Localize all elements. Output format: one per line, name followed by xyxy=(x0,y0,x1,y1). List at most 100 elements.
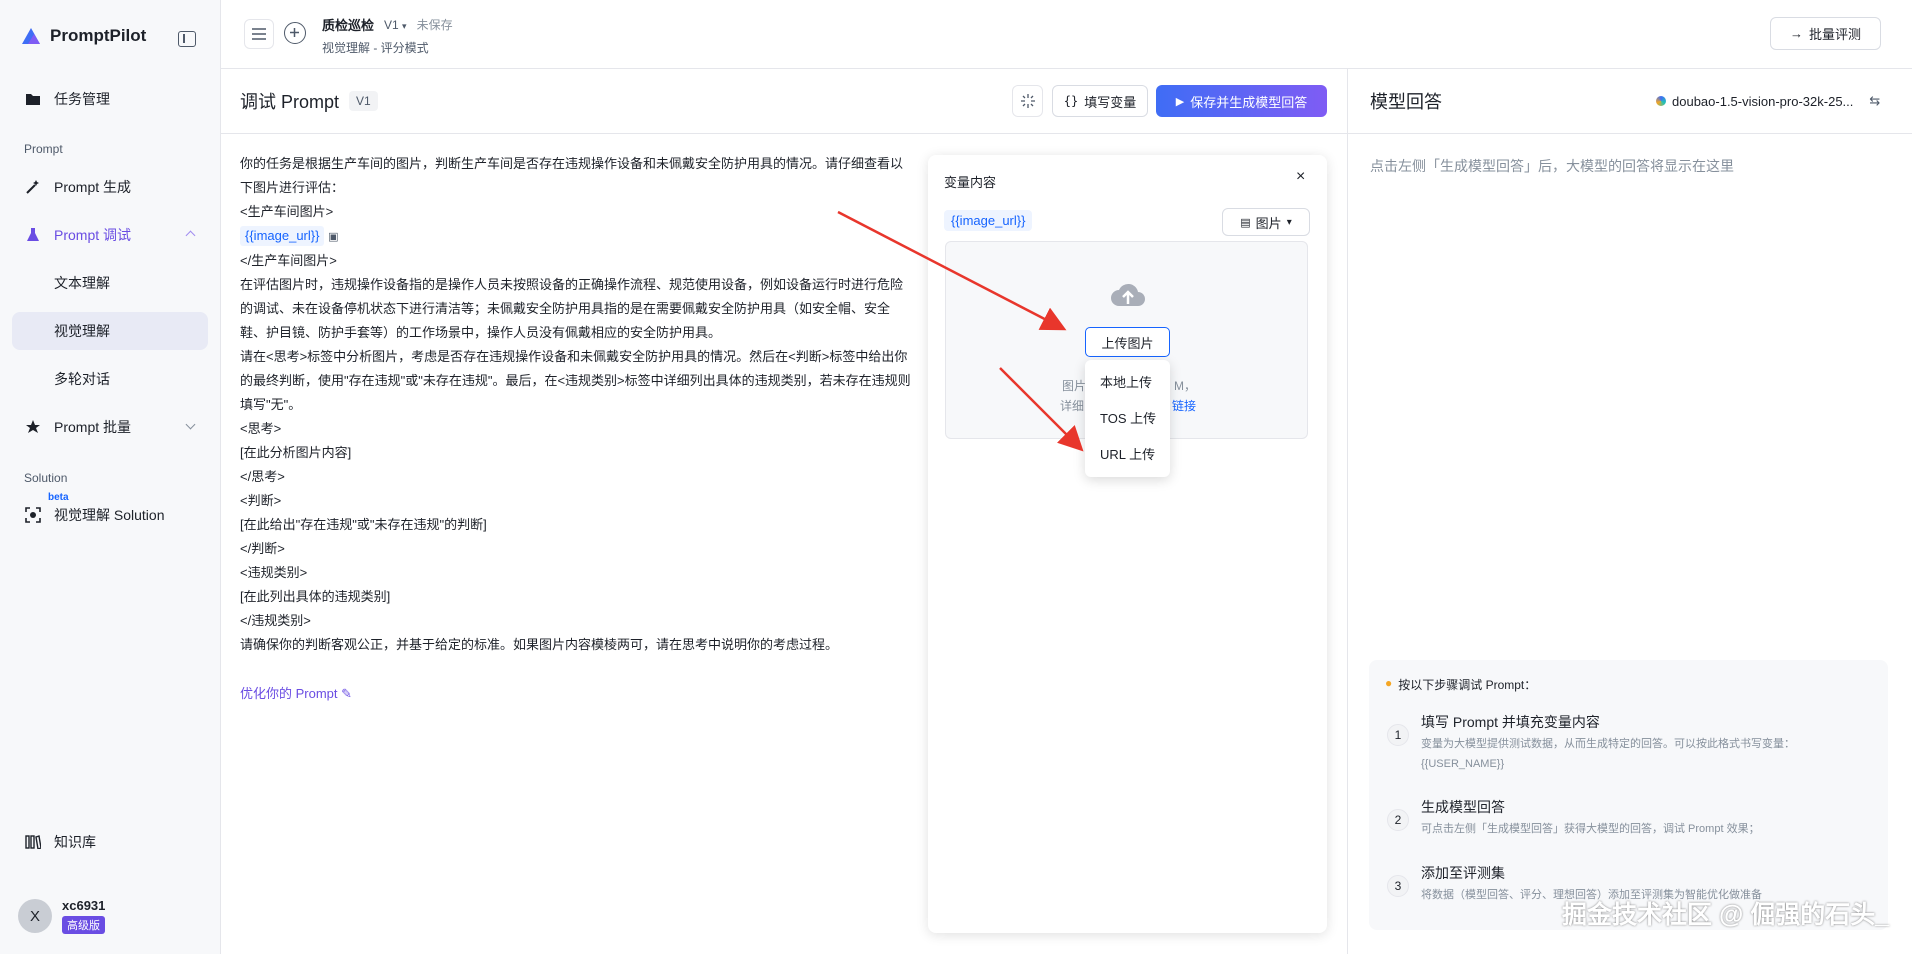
mode-subtitle: 视觉理解 - 评分模式 xyxy=(322,41,429,55)
cloud-upload-icon xyxy=(1111,283,1145,306)
variable-type-select[interactable]: ▤ 图片 ▾ xyxy=(1222,208,1310,236)
fill-variables-button[interactable]: {} 填写变量 xyxy=(1052,85,1148,117)
top-header: 质检巡检 V1 ▾ 未保存 视觉理解 - 评分模式 → 批量评测 xyxy=(221,0,1912,69)
close-icon[interactable]: × xyxy=(1296,168,1305,186)
step-title: 生成模型回答 xyxy=(1421,799,1505,815)
prompt-pane-title: 调试 Prompt xyxy=(240,92,340,112)
scan-icon xyxy=(24,506,42,524)
section-label-prompt: Prompt xyxy=(24,142,63,156)
prompt-line: </思考> xyxy=(240,469,285,484)
add-icon[interactable] xyxy=(284,22,306,44)
sidebar-item-label: Prompt 批量 xyxy=(54,419,132,435)
sidebar-item-vision-understanding[interactable]: 视觉理解 xyxy=(12,312,208,350)
prompt-version-tag: V1 xyxy=(349,91,378,111)
sidebar-item-label: 知识库 xyxy=(54,834,96,850)
sidebar-item-prompt-generate[interactable]: Prompt 生成 xyxy=(12,168,208,206)
chevron-down-icon: ▾ xyxy=(1286,216,1292,228)
chevron-down-icon xyxy=(185,419,196,430)
sidebar-item-label: Prompt 调试 xyxy=(54,227,132,243)
version-label: V1 xyxy=(384,17,399,32)
doubao-model-icon xyxy=(1656,96,1666,106)
prompt-line: 请在<思考>标签中分析图片，考虑是否存在违规操作设备和未佩戴安全防护用具的情况。… xyxy=(240,349,911,412)
magic-wand-icon xyxy=(24,178,42,196)
chevron-up-icon xyxy=(185,230,196,241)
user-profile[interactable]: X xc6931 高级版 xyxy=(18,898,105,934)
prompt-line: </判断> xyxy=(240,541,285,556)
upload-menu: 本地上传 TOS 上传 URL 上传 xyxy=(1085,360,1170,477)
step-title: 填写 Prompt 并填充变量内容 xyxy=(1421,714,1600,730)
prompt-line: [在此列出具体的违规类别] xyxy=(240,589,391,604)
image-icon[interactable]: ▣ xyxy=(328,231,338,243)
play-icon: ▶ xyxy=(1175,95,1185,108)
magic-pen-icon: ✎ xyxy=(341,686,353,701)
step-number: 2 xyxy=(1387,809,1409,831)
variable-name-tag: {{image_url}} xyxy=(944,210,1033,231)
image-file-icon: ▤ xyxy=(1240,216,1251,229)
answer-panel-title: 模型回答 xyxy=(1370,92,1442,112)
menu-item-tos-upload[interactable]: TOS 上传 xyxy=(1085,401,1170,437)
sidebar-item-prompt-batch[interactable]: Prompt 批量 xyxy=(12,408,208,446)
sparkle-icon[interactable] xyxy=(1012,85,1043,117)
upload-hint2-left: 详细 xyxy=(1060,399,1085,413)
variable-type-label: 图片 xyxy=(1255,215,1282,231)
fill-variables-label: 填写变量 xyxy=(1084,94,1137,110)
sidebar: PromptPilot 任务管理 Prompt Prompt 生成 Prompt… xyxy=(0,0,221,954)
sidebar-item-knowledge-base[interactable]: 知识库 xyxy=(12,823,208,861)
details-link[interactable]: 链接 xyxy=(1172,397,1196,414)
prompt-line: <违规类别> xyxy=(240,565,308,580)
prompt-line: 你的任务是根据生产车间的图片，判断生产车间是否存在违规操作设备和未佩戴安全防护用… xyxy=(240,156,904,195)
batch-eval-button[interactable]: → 批量评测 xyxy=(1770,17,1881,50)
sidebar-item-text-understanding[interactable]: 文本理解 xyxy=(12,264,208,302)
sidebar-item-tasks[interactable]: 任务管理 xyxy=(12,80,208,118)
brand-name: PromptPilot xyxy=(50,26,147,45)
optimize-prompt-link[interactable]: 优化你的 Prompt ✎ xyxy=(240,683,352,702)
section-label-solution: Solution xyxy=(24,471,68,485)
step-desc: {{USER_NAME}} xyxy=(1421,758,1505,770)
watermark: 掘金技术社区 @ 倔强的石头_ xyxy=(1562,901,1890,929)
sidebar-item-prompt-debug[interactable]: Prompt 调试 xyxy=(12,216,208,254)
folder-icon xyxy=(24,90,42,108)
prompt-line: </生产车间图片> xyxy=(240,253,337,268)
promptpilot-logo-icon xyxy=(22,28,40,44)
model-name: doubao-1.5-vision-pro-32k-25... xyxy=(1672,93,1854,109)
menu-item-local-upload[interactable]: 本地上传 xyxy=(1085,365,1170,401)
optimize-prompt-label: 优化你的 Prompt xyxy=(240,686,338,701)
sidebar-item-label: 多轮对话 xyxy=(54,371,110,387)
flask-icon xyxy=(24,226,42,244)
prompt-line: <判断> xyxy=(240,493,282,508)
sidebar-collapse-icon[interactable] xyxy=(178,31,196,47)
brand-logo[interactable]: PromptPilot xyxy=(20,26,146,46)
save-and-generate-button[interactable]: ▶ 保存并生成模型回答 xyxy=(1156,85,1327,117)
prompt-variable-line: {{image_url}} ▣ xyxy=(240,224,912,249)
variable-panel-title: 变量内容 xyxy=(944,175,997,190)
prompt-line: </违规类别> xyxy=(240,613,311,628)
beta-badge: beta xyxy=(48,492,69,503)
sidebar-item-label: Prompt 生成 xyxy=(54,179,132,195)
sidebar-item-label: 任务管理 xyxy=(54,91,110,107)
arrow-right-icon: → xyxy=(1789,26,1803,41)
prompt-variable-chip[interactable]: {{image_url}} xyxy=(240,226,325,246)
books-icon xyxy=(24,833,42,851)
version-select[interactable]: V1 ▾ xyxy=(384,18,407,32)
step-number: 1 xyxy=(1387,724,1409,746)
sidebar-item-vision-solution[interactable]: beta 视觉理解 Solution xyxy=(12,492,208,534)
project-title-row: 质检巡检 V1 ▾ 未保存 xyxy=(322,15,453,34)
step-desc: 可点击左侧「生成模型回答」获得大模型的回答，调试 Prompt 效果； xyxy=(1421,823,1760,835)
menu-icon[interactable] xyxy=(244,19,274,49)
upload-hint-right: M， xyxy=(1174,379,1196,393)
upload-hint-left: 图片 xyxy=(1062,379,1087,393)
project-title[interactable]: 质检巡检 xyxy=(322,15,374,34)
user-name: xc6931 xyxy=(62,898,106,913)
model-select[interactable]: doubao-1.5-vision-pro-32k-25... ⇆ xyxy=(1656,93,1880,109)
braces-icon: {} xyxy=(1063,94,1079,108)
settings-sliders-icon[interactable]: ⇆ xyxy=(1869,93,1880,109)
prompt-line: <生产车间图片> xyxy=(240,204,334,219)
prompt-line: 在评估图片时，违规操作设备指的是操作人员未按照设备的正确操作流程、规范使用设备，… xyxy=(240,277,904,340)
menu-item-url-upload[interactable]: URL 上传 xyxy=(1085,437,1170,473)
answer-placeholder: 点击左侧「生成模型回答」后，大模型的回答将显示在这里 xyxy=(1370,158,1734,174)
upload-image-button[interactable]: 上传图片 xyxy=(1085,327,1170,357)
sidebar-item-multi-turn[interactable]: 多轮对话 xyxy=(12,360,208,398)
prompt-line: [在此给出"存在违规"或"未存在违规"的判断] xyxy=(240,517,487,532)
prompt-editor[interactable]: 你的任务是根据生产车间的图片，判断生产车间是否存在违规操作设备和未佩戴安全防护用… xyxy=(240,152,912,657)
save-status: 未保存 xyxy=(416,18,453,32)
